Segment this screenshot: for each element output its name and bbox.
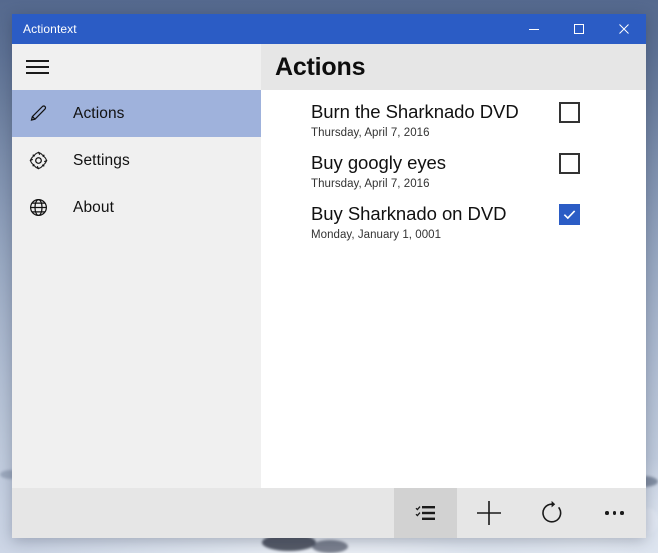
page-title: Actions bbox=[275, 52, 366, 81]
more-button[interactable] bbox=[583, 488, 646, 538]
plus-icon bbox=[476, 501, 501, 525]
title-bar[interactable]: Actiontext bbox=[12, 14, 646, 44]
list-item-date: Thursday, April 7, 2016 bbox=[311, 178, 430, 190]
list-item-checkbox[interactable] bbox=[559, 102, 580, 123]
list-item-checkbox[interactable] bbox=[559, 153, 580, 174]
sidebar: Actions Settings About bbox=[12, 44, 261, 488]
sidebar-item-label: Actions bbox=[73, 104, 125, 122]
bottom-app-bar bbox=[12, 488, 646, 538]
list-item-date: Monday, January 1, 0001 bbox=[311, 229, 442, 241]
minimize-icon bbox=[528, 29, 539, 30]
list-item[interactable]: Buy Sharknado on DVD Monday, January 1, … bbox=[261, 201, 646, 245]
hamburger-menu-button[interactable] bbox=[12, 44, 261, 90]
list-item[interactable]: Burn the Sharknado DVD Thursday, April 7… bbox=[261, 99, 646, 143]
refresh-icon bbox=[541, 500, 561, 523]
maximize-icon bbox=[573, 24, 584, 34]
sidebar-item-about[interactable]: About bbox=[12, 184, 261, 231]
content-header: Actions bbox=[261, 44, 646, 90]
checkmark-icon bbox=[563, 210, 576, 220]
close-icon bbox=[618, 24, 629, 34]
window-controls bbox=[511, 14, 646, 44]
app-window: Actiontext Actions Settings About Action… bbox=[12, 14, 646, 538]
checklist-icon bbox=[415, 506, 435, 520]
close-button[interactable] bbox=[601, 14, 646, 44]
maximize-button[interactable] bbox=[556, 14, 601, 44]
ellipsis-icon bbox=[605, 511, 624, 515]
content-area: Actions Burn the Sharknado DVD Thursday,… bbox=[261, 44, 646, 488]
list-item-title: Buy googly eyes bbox=[311, 152, 447, 173]
sidebar-item-label: About bbox=[73, 198, 115, 216]
list-item-title: Buy Sharknado on DVD bbox=[311, 203, 507, 224]
list-item-text: Buy googly eyes Thursday, April 7, 2016 bbox=[311, 150, 559, 194]
minimize-button[interactable] bbox=[511, 14, 556, 44]
add-button[interactable] bbox=[457, 488, 520, 538]
list-item-checkbox[interactable] bbox=[559, 204, 580, 225]
list-item[interactable]: Buy googly eyes Thursday, April 7, 2016 bbox=[261, 150, 646, 194]
list-item-title: Burn the Sharknado DVD bbox=[311, 101, 519, 122]
gear-icon bbox=[28, 150, 58, 171]
window-body: Actions Settings About Actions Burn the … bbox=[12, 44, 646, 488]
list-item-date: Thursday, April 7, 2016 bbox=[311, 127, 430, 139]
wallpaper-shape bbox=[312, 540, 348, 553]
app-title: Actiontext bbox=[23, 22, 77, 36]
list-item-text: Burn the Sharknado DVD Thursday, April 7… bbox=[311, 99, 559, 143]
hamburger-icon bbox=[26, 56, 49, 78]
sidebar-item-label: Settings bbox=[73, 151, 130, 169]
pencil-icon bbox=[28, 103, 58, 124]
sidebar-item-settings[interactable]: Settings bbox=[12, 137, 261, 184]
refresh-button[interactable] bbox=[520, 488, 583, 538]
list-item-text: Buy Sharknado on DVD Monday, January 1, … bbox=[311, 201, 559, 245]
globe-icon bbox=[28, 197, 58, 218]
actions-list: Burn the Sharknado DVD Thursday, April 7… bbox=[261, 90, 646, 488]
sidebar-item-actions[interactable]: Actions bbox=[12, 90, 261, 137]
select-list-button[interactable] bbox=[394, 488, 457, 538]
